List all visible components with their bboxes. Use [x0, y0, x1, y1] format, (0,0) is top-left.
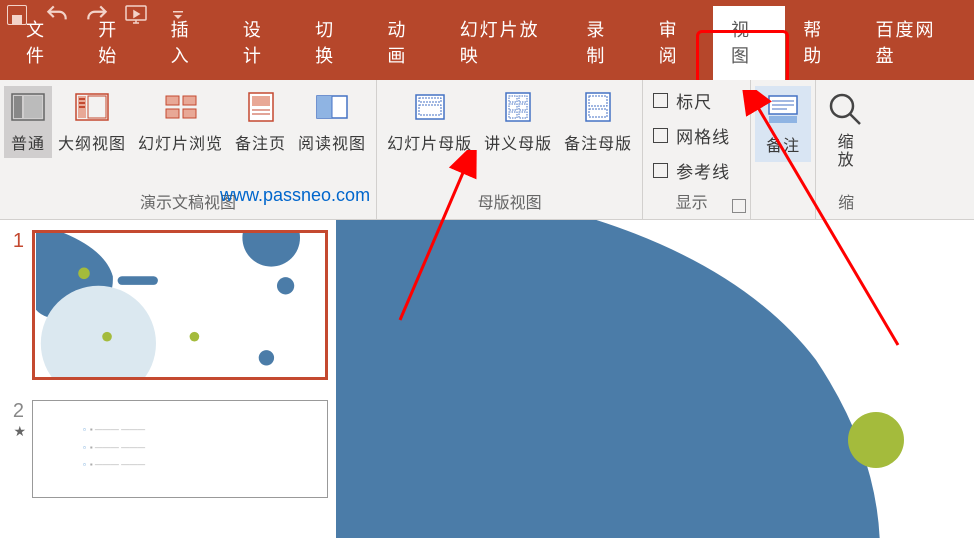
outline-view-label: 大纲视图 — [58, 130, 126, 154]
tab-help[interactable]: 帮助 — [785, 6, 857, 80]
tab-slideshow[interactable]: 幻灯片放映 — [442, 6, 569, 80]
slide-master-label: 幻灯片母版 — [387, 130, 472, 154]
handout-master-icon — [500, 90, 536, 124]
ribbon-tabs: 文件 开始 插入 设计 切换 动画 幻灯片放映 录制 审阅 视图 帮助 百度网盘 — [0, 30, 974, 80]
handout-master-label: 讲义母版 — [484, 130, 552, 154]
slide-master-button[interactable]: 幻灯片母版 — [381, 86, 478, 158]
handout-master-button[interactable]: 讲义母版 — [478, 86, 558, 158]
normal-view-icon — [10, 90, 46, 124]
thumbnail-item[interactable]: 1 — [0, 226, 336, 396]
reading-view-label: 阅读视图 — [298, 130, 366, 154]
ribbon-group-master-views: 幻灯片母版 讲义母版 备注母版 母版视图 — [377, 80, 643, 219]
slide-master-icon — [412, 90, 448, 124]
tab-animations[interactable]: 动画 — [369, 6, 441, 80]
notes-master-button[interactable]: 备注母版 — [558, 86, 638, 158]
notes-master-label: 备注母版 — [564, 130, 632, 154]
outline-view-button[interactable]: 大纲视图 — [52, 86, 132, 158]
normal-view-label: 普通 — [11, 130, 45, 154]
editor-area: 1 2 ★ — [0, 220, 974, 538]
tab-view[interactable]: 视图 — [713, 6, 785, 80]
zoom-group-label: 缩 — [838, 185, 854, 215]
ribbon: 普通 大纲视图 幻灯片浏览 备注页 — [0, 80, 974, 220]
master-views-group-label: 母版视图 — [478, 185, 542, 215]
thumbnail-slide-2[interactable]: ▫▪ ——— ——— ▫▪ ——— ——— ▫▪ ——— ——— — [32, 400, 328, 498]
zoom-icon — [826, 90, 866, 128]
tab-transitions[interactable]: 切换 — [297, 6, 369, 80]
zoom-button[interactable]: 缩放 — [820, 86, 872, 173]
guides-label: 参考线 — [676, 158, 730, 183]
notes-group-label — [781, 191, 785, 215]
outline-view-icon — [74, 90, 110, 124]
thumbnail-item[interactable]: 2 ★ ▫▪ ——— ——— ▫▪ ——— ——— ▫▪ ——— ——— — [0, 396, 336, 514]
show-group-label: 显示 — [676, 185, 708, 215]
thumbnail-index: 2 — [4, 400, 26, 423]
tab-baidu[interactable]: 百度网盘 — [858, 6, 967, 80]
thumbnail-preview: ▫▪ ——— ——— ▫▪ ——— ——— ▫▪ ——— ——— — [33, 401, 327, 494]
animation-star-icon: ★ — [4, 423, 26, 440]
tab-record[interactable]: 录制 — [568, 6, 640, 80]
thumbnail-preview — [35, 233, 325, 377]
zoom-label: 缩放 — [838, 134, 855, 169]
dialog-launcher-icon[interactable] — [732, 199, 746, 213]
guides-checkbox[interactable]: 参考线 — [647, 156, 736, 185]
tab-file[interactable]: 文件 — [8, 6, 80, 80]
ruler-checkbox[interactable]: 标尺 — [647, 86, 718, 115]
thumbnail-slide-1[interactable] — [32, 230, 328, 380]
gridlines-label: 网格线 — [676, 123, 730, 148]
tab-home[interactable]: 开始 — [80, 6, 152, 80]
slide-sorter-label: 幻灯片浏览 — [138, 130, 223, 154]
tab-design[interactable]: 设计 — [225, 6, 297, 80]
checkbox-icon — [653, 128, 668, 143]
checkbox-icon — [653, 163, 668, 178]
ribbon-group-zoom: 缩放 缩 — [816, 80, 876, 219]
checkbox-icon — [653, 93, 668, 108]
notes-page-icon — [243, 90, 279, 124]
notes-page-label: 备注页 — [235, 130, 286, 154]
tab-insert[interactable]: 插入 — [153, 6, 225, 80]
reading-view-icon — [314, 90, 350, 124]
slide-sorter-button[interactable]: 幻灯片浏览 — [132, 86, 229, 158]
slide-content — [336, 220, 974, 538]
gridlines-checkbox[interactable]: 网格线 — [647, 121, 736, 150]
ribbon-group-show: 标尺 网格线 参考线 显示 — [643, 80, 751, 219]
reading-view-button[interactable]: 阅读视图 — [292, 86, 372, 158]
normal-view-button[interactable]: 普通 — [4, 86, 52, 158]
thumbnail-panel[interactable]: 1 2 ★ — [0, 220, 336, 538]
tab-review[interactable]: 审阅 — [641, 6, 713, 80]
notes-page-button[interactable]: 备注页 — [229, 86, 292, 158]
slide-canvas[interactable] — [336, 220, 974, 538]
ribbon-group-notes: 备注 — [751, 80, 816, 219]
presentation-views-group-label: 演示文稿视图 — [140, 185, 236, 215]
notes-master-icon — [580, 90, 616, 124]
thumbnail-index: 1 — [4, 230, 26, 253]
ribbon-group-presentation-views: 普通 大纲视图 幻灯片浏览 备注页 — [0, 80, 377, 219]
notes-button[interactable]: 备注 — [755, 86, 811, 162]
notes-label: 备注 — [766, 132, 800, 156]
slide-sorter-icon — [163, 90, 199, 124]
notes-icon — [765, 92, 801, 126]
ruler-label: 标尺 — [676, 88, 712, 113]
